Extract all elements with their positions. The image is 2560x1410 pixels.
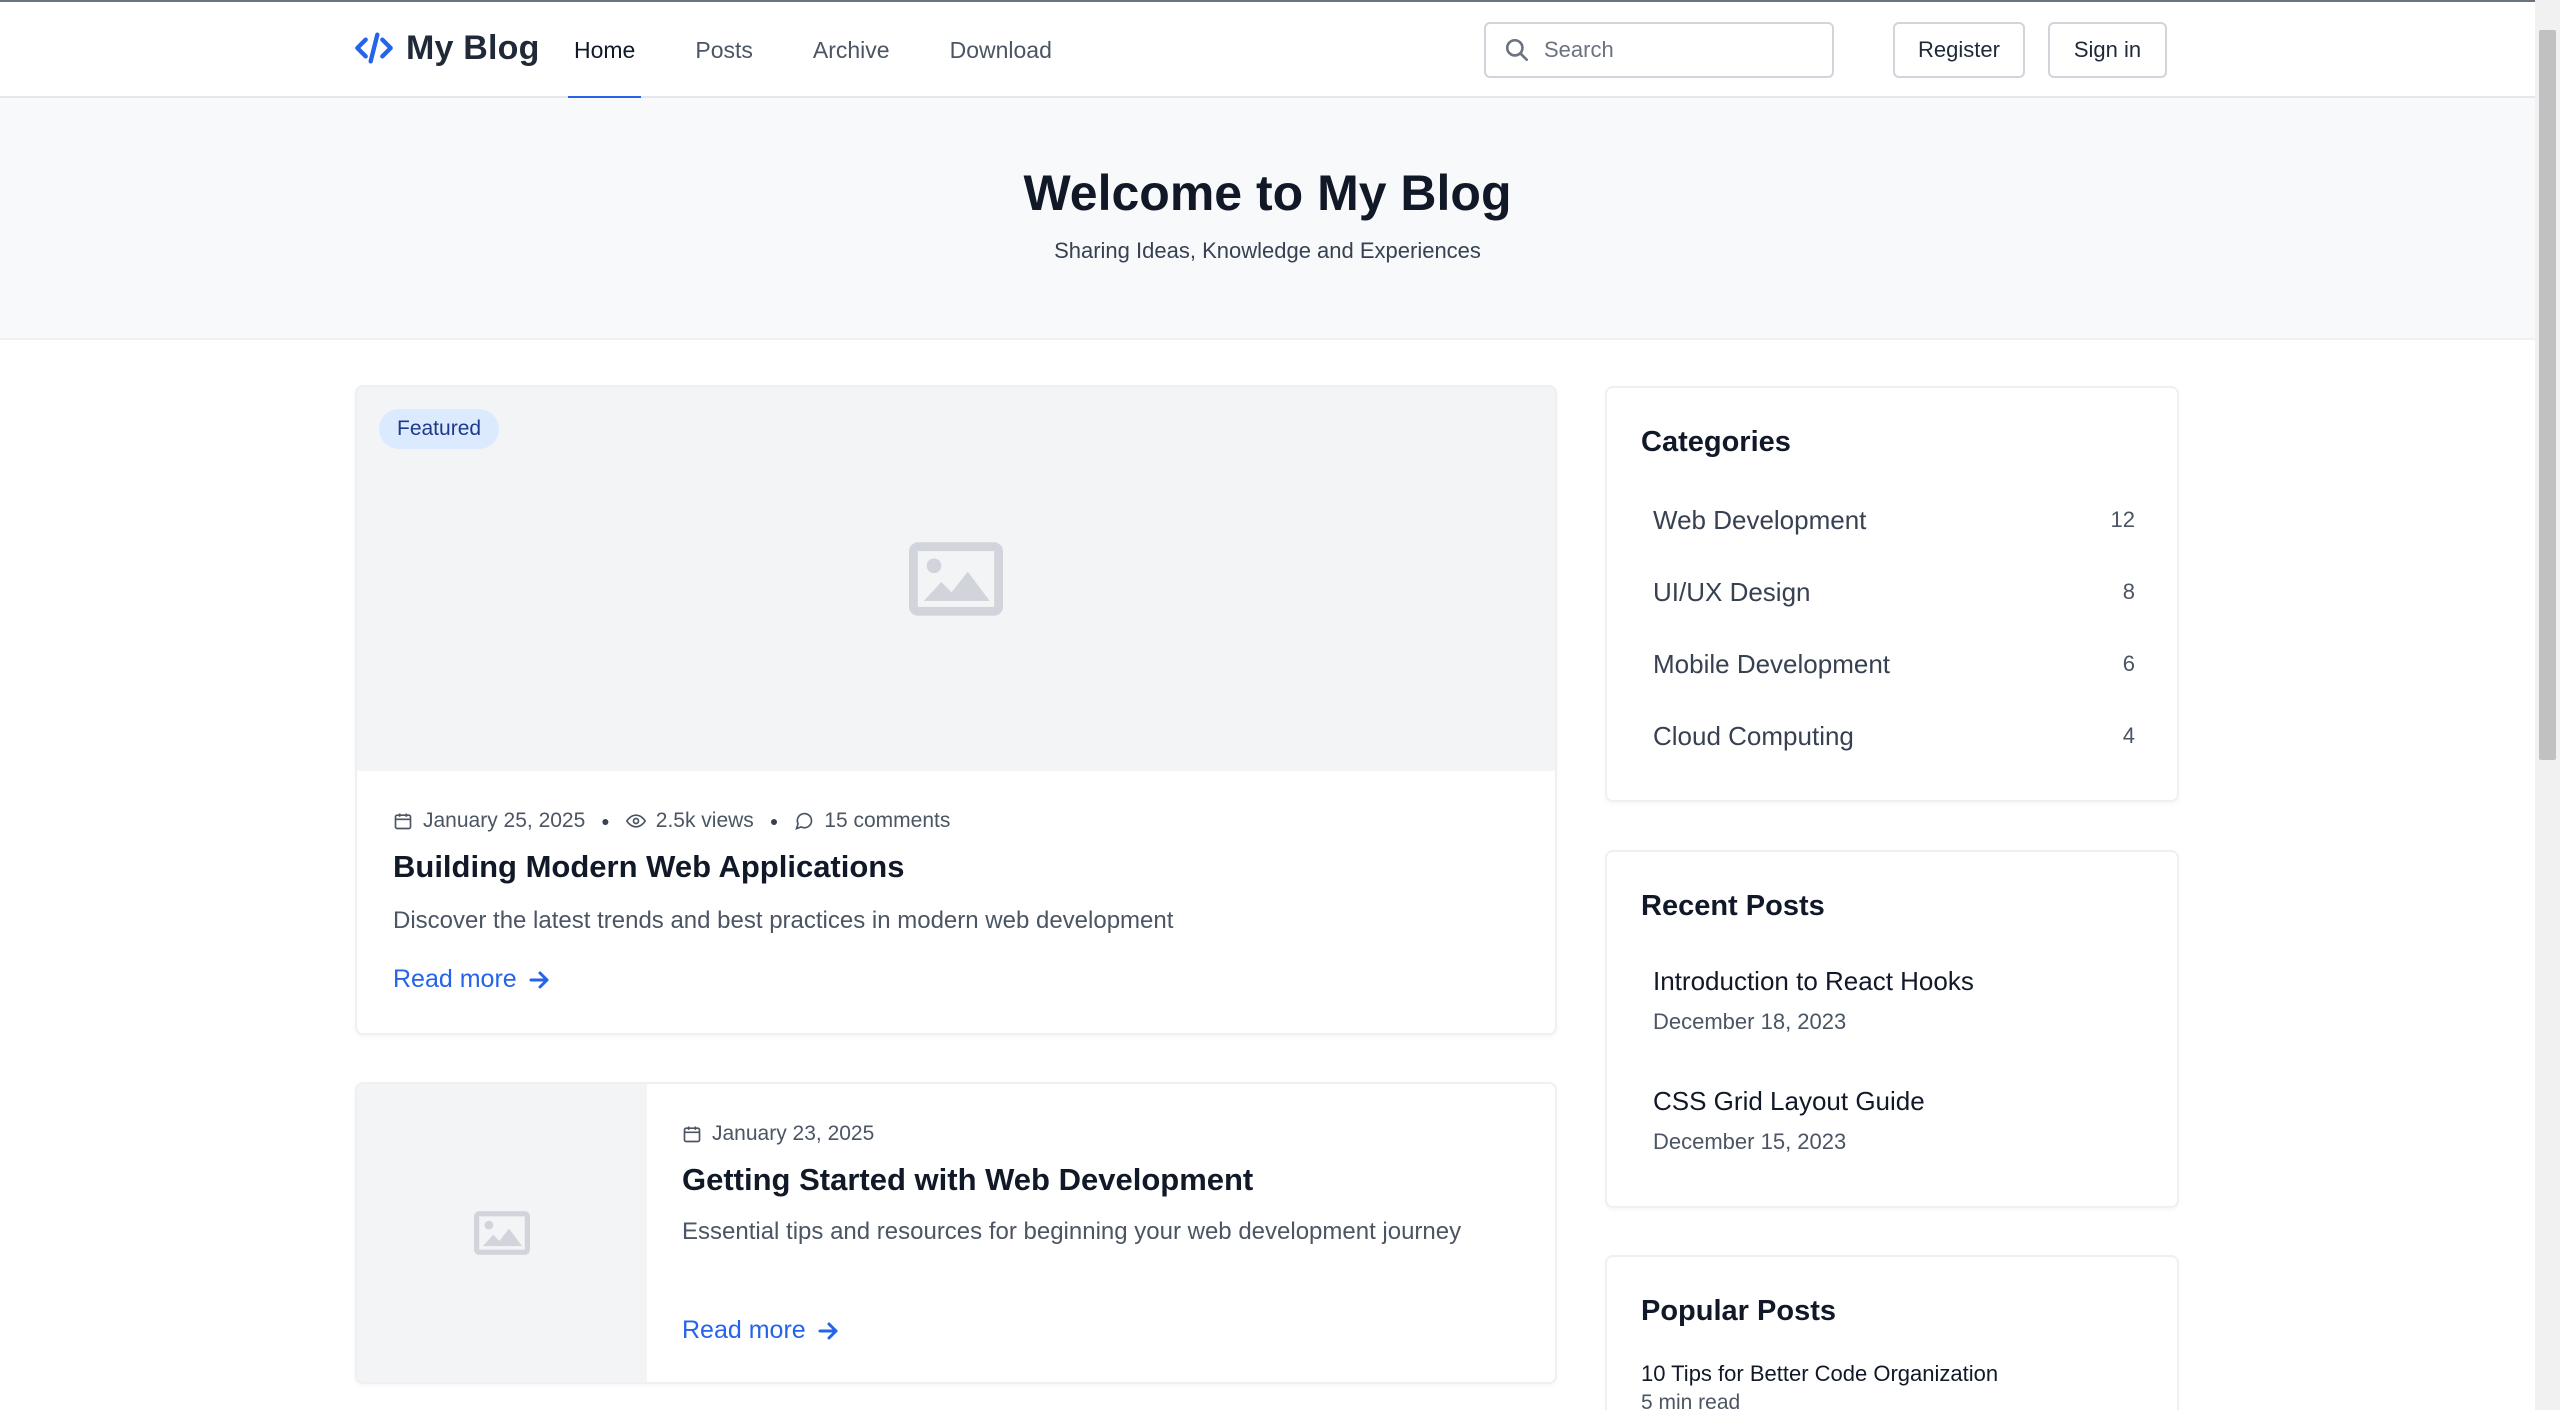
popular-posts-card: Popular Posts 10 Tips for Better Code Or… — [1605, 1255, 2179, 1410]
hero-title: Welcome to My Blog — [1023, 165, 1512, 221]
read-more-label: Read more — [393, 965, 517, 993]
recent-post-title: Introduction to React Hooks — [1653, 966, 1974, 996]
featured-post-comments: 15 comments — [824, 809, 951, 832]
page-scrollbar[interactable] — [2535, 0, 2560, 1410]
category-web-development[interactable]: Web Development 12 — [1641, 484, 2147, 556]
post-date: January 23, 2025 — [712, 1122, 875, 1145]
image-icon — [474, 1211, 530, 1255]
category-name: UI/UX Design — [1653, 576, 1811, 607]
comment-icon — [795, 812, 813, 830]
category-ui-ux-design[interactable]: UI/UX Design 8 — [1641, 556, 2147, 628]
code-icon — [355, 32, 393, 64]
nav-home[interactable]: Home — [568, 2, 642, 99]
category-cloud-computing[interactable]: Cloud Computing 4 — [1641, 700, 2147, 772]
top-header: My Blog Home Posts Archive Download Regi… — [0, 0, 2535, 99]
featured-post-views: 2.5k views — [655, 809, 754, 832]
recent-posts-card: Recent Posts Introduction to React Hooks… — [1605, 850, 2179, 1208]
categories-card: Categories Web Development 12 UI/UX Desi… — [1605, 386, 2179, 802]
hero-subtitle: Sharing Ideas, Knowledge and Experiences — [1054, 238, 1481, 263]
post-card[interactable]: January 23, 2025 Getting Started with We… — [355, 1082, 1557, 1384]
meta-separator: ● — [769, 813, 779, 829]
featured-post-date: January 25, 2025 — [423, 809, 586, 832]
category-count: 4 — [2122, 723, 2135, 748]
post-title[interactable]: Getting Started with Web Development — [682, 1162, 1253, 1198]
nav-archive[interactable]: Archive — [807, 2, 896, 98]
main-nav: Home Posts Archive Download — [568, 2, 1106, 99]
recent-post-date: December 18, 2023 — [1653, 1009, 1847, 1034]
post-meta: January 23, 2025 — [682, 1122, 874, 1146]
recent-post-title: CSS Grid Layout Guide — [1653, 1086, 1925, 1116]
nav-posts[interactable]: Posts — [689, 2, 759, 98]
featured-read-more-link[interactable]: Read more — [393, 965, 551, 994]
category-count: 8 — [2122, 579, 2135, 604]
eye-icon — [625, 814, 646, 828]
featured-post-description: Discover the latest trends and best prac… — [393, 907, 1174, 934]
nav-download[interactable]: Download — [944, 2, 1058, 98]
popular-post-item[interactable]: 10 Tips for Better Code Organization 5 m… — [1641, 1361, 1998, 1410]
register-button[interactable]: Register — [1893, 22, 2025, 78]
popular-posts-heading: Popular Posts — [1641, 1295, 1836, 1327]
meta-separator: ● — [601, 813, 610, 829]
categories-heading: Categories — [1641, 426, 1791, 458]
featured-post-card[interactable]: Featured January 25, 2025 ● 2.5k views ●… — [355, 385, 1557, 1035]
post-read-more-link[interactable]: Read more — [682, 1316, 840, 1345]
featured-post-image — [357, 387, 1555, 771]
recent-post-item[interactable]: CSS Grid Layout Guide December 15, 2023 — [1653, 1086, 1925, 1155]
search-input[interactable] — [1544, 37, 1814, 63]
blog-page: My Blog Home Posts Archive Download Regi… — [0, 0, 2560, 1410]
arrow-right-icon — [818, 1322, 838, 1339]
category-count: 12 — [2110, 507, 2135, 532]
featured-badge: Featured — [379, 409, 500, 449]
featured-post-title[interactable]: Building Modern Web Applications — [393, 849, 905, 885]
brand-logo[interactable]: My Blog — [354, 28, 540, 68]
search-icon — [1505, 38, 1529, 62]
search-box — [1484, 22, 1834, 78]
featured-post-meta: January 25, 2025 ● 2.5k views ● 15 comme… — [393, 809, 950, 833]
calendar-icon — [394, 813, 412, 830]
popular-post-meta: 5 min read — [1641, 1391, 1741, 1410]
category-count: 6 — [2122, 651, 2135, 676]
recent-post-date: December 15, 2023 — [1653, 1129, 1847, 1154]
category-name: Cloud Computing — [1653, 720, 1854, 751]
popular-post-title: 10 Tips for Better Code Organization — [1641, 1361, 1999, 1386]
brand-title: My Blog — [406, 28, 540, 67]
calendar-icon — [683, 1126, 701, 1143]
category-mobile-development[interactable]: Mobile Development 6 — [1641, 628, 2147, 700]
post-description: Essential tips and resources for beginni… — [682, 1218, 1462, 1245]
scrollbar-thumb[interactable] — [2539, 30, 2556, 760]
signin-button[interactable]: Sign in — [2048, 22, 2167, 78]
hero-section: Welcome to My Blog Sharing Ideas, Knowle… — [0, 98, 2535, 340]
post-thumbnail — [357, 1084, 647, 1382]
recent-posts-heading: Recent Posts — [1641, 890, 1825, 922]
recent-post-item[interactable]: Introduction to React Hooks December 18,… — [1653, 966, 1974, 1035]
arrow-right-icon — [529, 971, 549, 988]
category-name: Web Development — [1653, 504, 1867, 535]
category-name: Mobile Development — [1653, 648, 1891, 679]
read-more-label: Read more — [682, 1316, 806, 1344]
image-icon — [909, 542, 1003, 616]
